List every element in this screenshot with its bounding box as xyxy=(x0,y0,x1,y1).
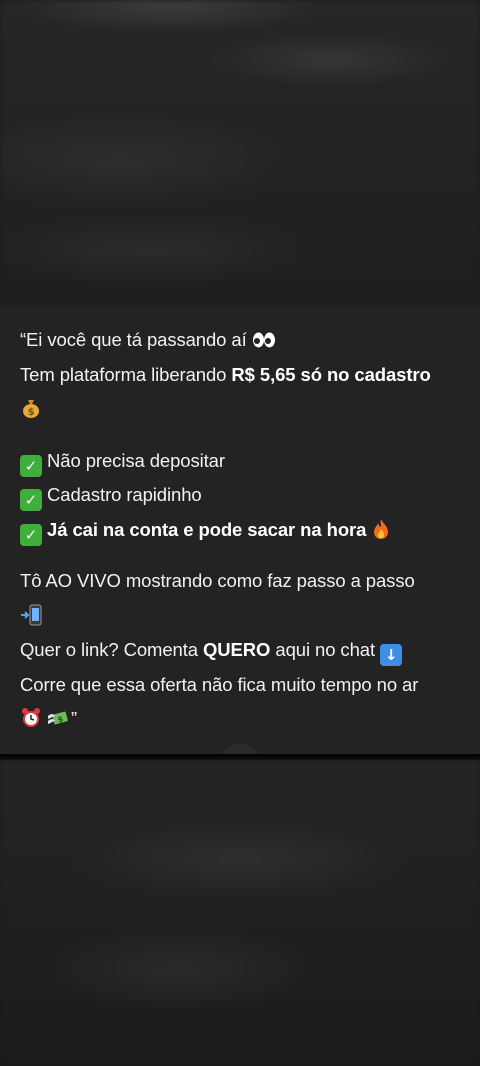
money-bag-icon: $ xyxy=(23,400,39,418)
fire-icon xyxy=(374,518,389,539)
caption-line-link: Quer o link? Comenta QUERO aqui no chat … xyxy=(20,633,460,668)
check-mark-button-icon: ✓ xyxy=(20,454,42,477)
svg-text:$: $ xyxy=(28,407,35,418)
caption-line-platform: Tem plataforma liberando R$ 5,65 só no c… xyxy=(20,363,431,385)
caption-line-moneybag: $ xyxy=(20,392,460,427)
caption-line-greeting: “Ei você que tá passando aí xyxy=(20,323,460,358)
caption-line-end: $ ” xyxy=(20,702,460,737)
down-arrow-icon: ↓ xyxy=(380,644,403,666)
mobile-phone-arrow-icon xyxy=(21,604,42,625)
checklist-item: ✓ Não precisa depositar xyxy=(20,444,460,479)
bonus-amount: R$ 5,65 só no cadastro xyxy=(231,363,431,385)
checklist-item: ✓ Já cai na conta e pode sacar na hora xyxy=(20,513,460,548)
blurred-video-top xyxy=(0,0,480,305)
eyes-icon xyxy=(252,332,275,348)
blurred-video-bottom xyxy=(0,760,480,1066)
caption-panel[interactable]: “Ei você que tá passando aí Tem platafor… xyxy=(0,305,480,754)
check-mark-button-icon: ✓ xyxy=(20,523,42,546)
keyword-quero: QUERO xyxy=(203,639,271,660)
checklist-item: ✓ Cadastro rapidinho xyxy=(20,478,460,513)
caption-line-phone xyxy=(20,599,460,634)
caption-text: “Ei você que tá passando aí Tem platafor… xyxy=(20,323,460,737)
caption-line-live: Tô AO VIVO mostrando como faz passo a pa… xyxy=(20,570,415,591)
alarm-clock-icon xyxy=(22,708,40,727)
caption-line-hurry: Corre que essa oferta não fica muito tem… xyxy=(20,673,419,695)
check-mark-button-icon: ✓ xyxy=(20,489,42,511)
money-with-wings-icon: $ xyxy=(48,711,68,725)
